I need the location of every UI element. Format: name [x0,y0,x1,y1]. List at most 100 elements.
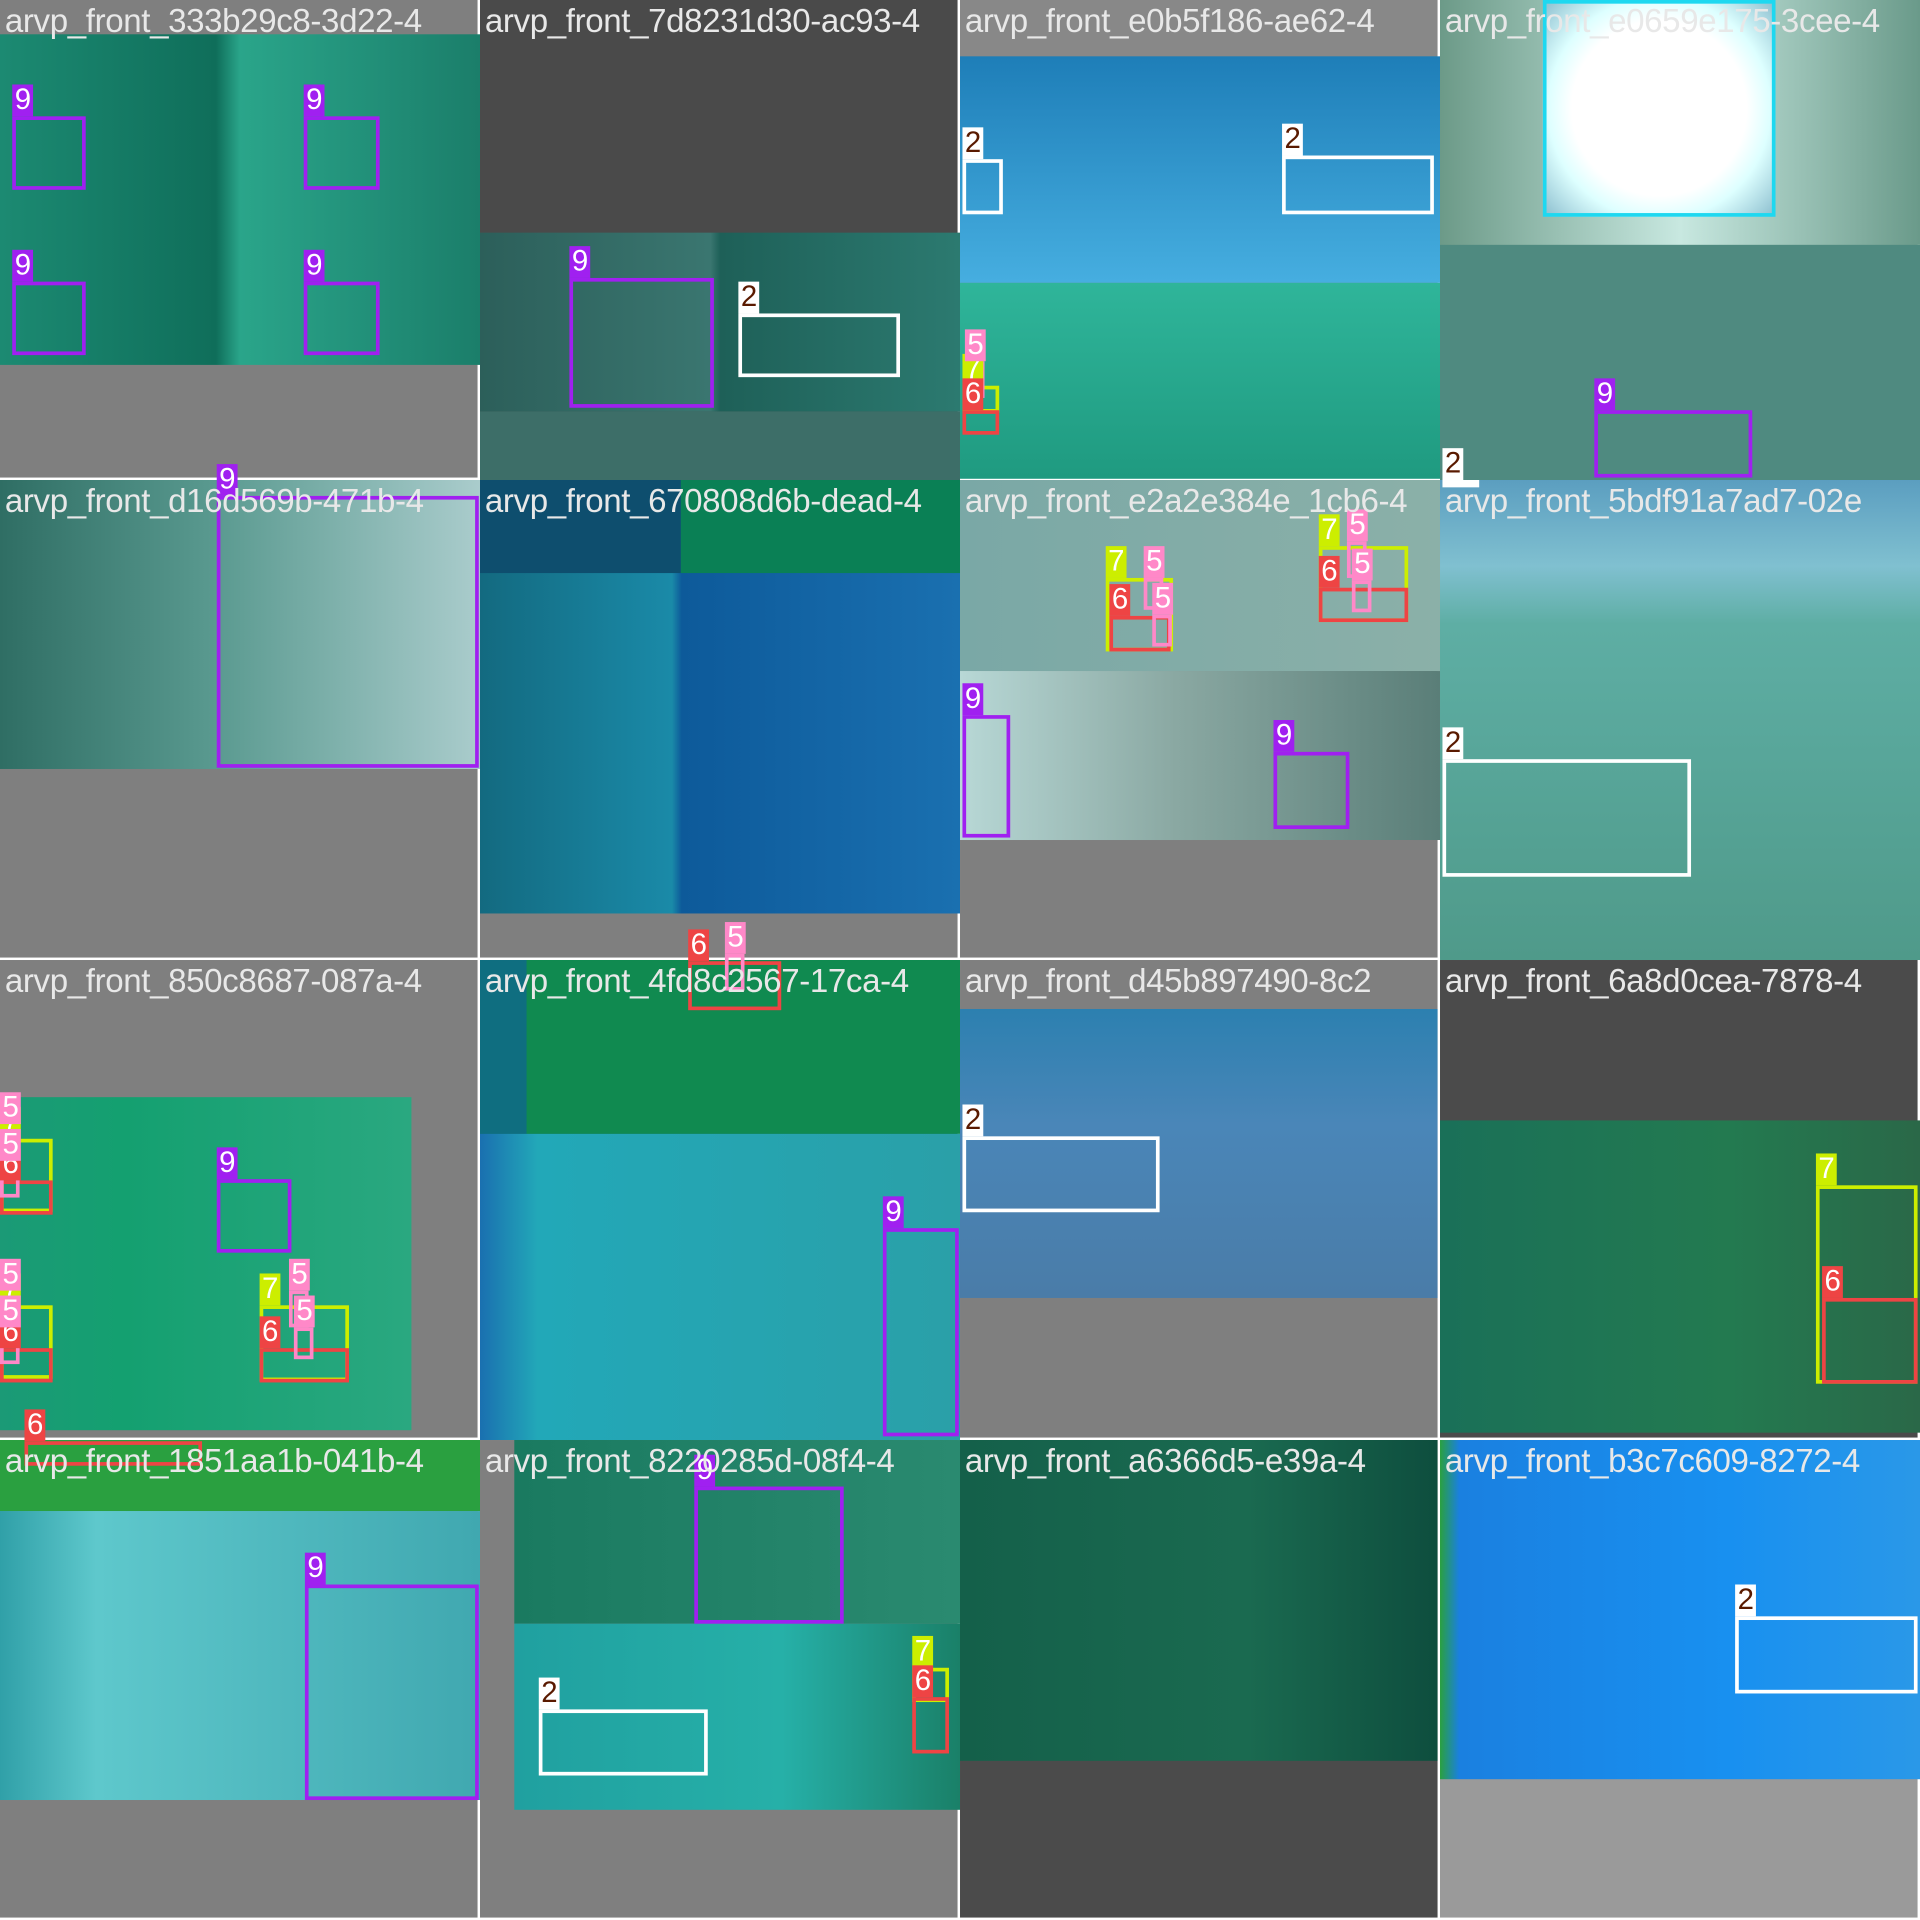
mosaic-tile: 2 arvp_front_b3c7c609-8272-4 [1440,1440,1920,1918]
mosaic-tile: 192arvp_front_e0659e175-3cee-4 [1440,0,1920,488]
class-label: 2 [1282,123,1304,156]
class-label: 2 [1442,448,1464,481]
bounding-box [1594,410,1753,478]
bounding-box [1273,751,1350,829]
class-label: 2 [538,1677,561,1710]
class-label: 5 [0,1258,22,1291]
tile-title: arvp_front_5bdf91a7ad7-02e [1444,482,1862,520]
tile-title: arvp_front_6a8d0cea-7878-4 [1444,962,1862,1000]
class-label: 5 [0,1092,22,1125]
tile-title: arvp_front_670808d6b-dead-4 [484,482,922,520]
class-label: 5 [0,1128,22,1161]
image-region [0,1097,412,1431]
class-label: 6 [912,1665,934,1698]
batch-mosaic: 9 9 9 9 arvp_front_333b29c8-3d22-4 9 2 arvp_fro… [0,0,1920,1920]
class-label: 5 [1143,546,1165,578]
bounding-box [882,1228,959,1437]
mosaic-tile: 7 6 arvp_front_6a8d0cea-7878-4 [1440,960,1920,1438]
class-label: 9 [216,1147,238,1180]
class-label: 7 [1105,546,1127,578]
class-label: 2 [1735,1584,1757,1617]
bounding-box [962,410,1000,435]
bounding-box [216,495,479,768]
class-label: 5 [724,922,747,954]
mosaic-tile: 9 6 5 arvp_front_4fd8c2567-17ca-4 [480,922,961,1441]
tile-title: arvp_front_e2a2e384e_1cb6-4 [964,482,1408,520]
bounding-box [1822,1297,1918,1384]
image-region [480,411,961,481]
bounding-box [569,277,714,408]
tile-title: arvp_front_e0659e175-3cee-4 [1444,2,1880,40]
class-label: 6 [688,929,710,962]
class-label: 2 [962,1104,984,1137]
class-label: 9 [1594,378,1616,411]
class-label: 7 [1815,1153,1838,1186]
bounding-box [12,116,86,190]
mosaic-tile: 7 6 5 5 7 6 5 5 9 9 arvp_front_e2a2e384e_1cb6-4 [960,480,1441,958]
class-label: 5 [964,329,987,362]
bounding-box [912,1697,949,1754]
tile-title: arvp_front_b3c7c609-8272-4 [1444,1442,1860,1480]
class-label: 9 [303,249,325,282]
bounding-box [1282,155,1434,215]
tile-title: arvp_front_d16d569b-471b-4 [4,482,424,520]
tile-title: arvp_front_333b29c8-3d22-4 [4,2,422,40]
mosaic-tile: 9 2 arvp_front_7d8231d30-ac93-4 [480,0,961,481]
tile-title: arvp_front_850c8687-087a-4 [4,962,422,1000]
class-label: 6 [1318,555,1341,588]
class-label: 9 [962,683,984,716]
tile-title: arvp_front_e0b5f186-ae62-4 [964,2,1375,40]
class-label: 9 [882,1196,905,1229]
image-region [960,282,1441,479]
tile-title: arvp_front_7d8231d30-ac93-4 [484,2,920,40]
mosaic-tile: 2 arvp_front_d45b897490-8c2 [960,960,1438,1438]
bounding-box [293,1327,314,1360]
tile-title: arvp_front_8220285d-08f4-4 [484,1442,895,1480]
mosaic-tile: arvp_front_670808d6b-dead-4 [480,480,961,958]
class-label: 9 [304,1552,327,1585]
bounding-box [962,159,1003,215]
class-label: 9 [1273,720,1295,752]
bounding-box [304,1584,479,1801]
bounding-box [216,1179,292,1253]
bounding-box [738,313,901,378]
bounding-box [962,1136,1160,1213]
bounding-box [694,1486,844,1624]
tile-title: arvp_front_4fd8c2567-17ca-4 [484,962,909,1000]
class-label: 9 [12,84,34,117]
class-label: 6 [962,378,984,411]
class-label: 5 [293,1295,316,1328]
class-label: 5 [1351,548,1374,581]
class-label: 5 [0,1295,22,1328]
bounding-box [1152,614,1172,647]
bounding-box [12,281,86,356]
class-label: 2 [962,127,984,160]
tile-title: arvp_front_a6366d5-e39a-4 [964,1442,1366,1480]
mosaic-tile: 9 arvp_front_d16d569b-471b-4 [0,464,481,958]
bounding-box [1442,759,1692,877]
class-label: 2 [1442,727,1464,760]
class-label: 7 [259,1273,281,1306]
image-region [1440,480,1920,961]
class-label: 7 [912,1635,934,1668]
bounding-box [1351,580,1372,613]
image-region [960,671,1441,841]
class-label: 9 [12,249,34,282]
class-label: 9 [303,84,325,117]
class-label: 2 [738,281,760,314]
mosaic-tile: 2 arvp_front_5bdf91a7ad7-02e [1440,480,1920,961]
image-region [960,1440,1438,1761]
class-label: 6 [1109,584,1131,616]
bounding-box [303,281,380,356]
tile-title: arvp_front_d45b897490-8c2 [964,962,1372,1000]
mosaic-tile: 97655765576556arvp_front_850c8687-087a-4 [0,960,478,1466]
bounding-box [538,1709,708,1776]
class-label: 9 [569,246,591,278]
class-label: 6 [259,1316,281,1349]
mosaic-tile: 2 2 7 6 5 arvp_front_e0b5f186-ae62-4 [960,0,1441,479]
image-grid: 9 9 9 9 arvp_front_333b29c8-3d22-4 9 2 arvp_fro… [0,0,1920,1920]
bounding-box [303,116,380,190]
mosaic-tile: 9 arvp_front_1851aa1b-041b-4 [0,1440,481,1918]
mosaic-tile: 9 2 7 6 arvp_front_8220285d-08f4-4 [480,1440,961,1918]
tile-title: arvp_front_1851aa1b-041b-4 [4,1442,424,1480]
